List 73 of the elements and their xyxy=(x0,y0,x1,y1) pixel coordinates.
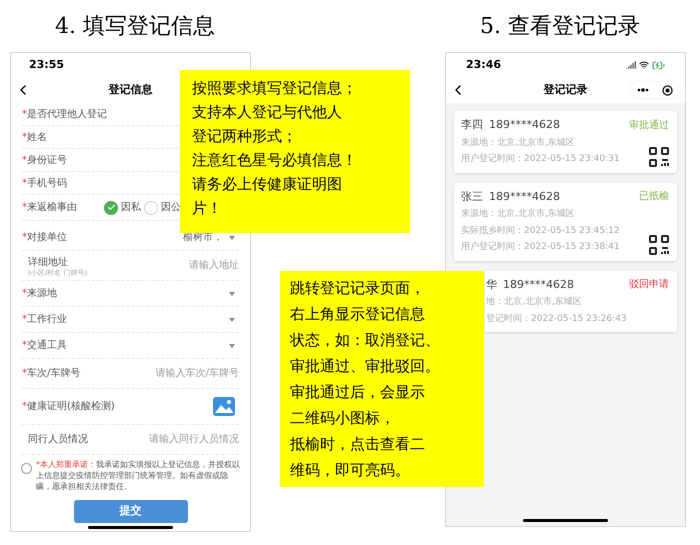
record-detail: 用户登记时间：2022-05-15 23:38:41 xyxy=(461,241,620,254)
record-detail: 来源地：北京,北京市,东城区 xyxy=(461,136,576,150)
caret-icon xyxy=(229,318,235,322)
status-label: 已抵榆 xyxy=(639,190,669,204)
record-detail: 地：北京,北京市,东城区 xyxy=(486,296,583,309)
capsule-menu[interactable] xyxy=(629,81,681,99)
status-label: 审批通过 xyxy=(629,118,669,133)
caret-icon xyxy=(229,344,235,348)
caret-icon xyxy=(229,292,235,296)
step-title: 4. 填写登记信息 xyxy=(55,12,215,40)
note-line: 审批通过、审批驳回。 xyxy=(290,356,441,377)
record-detail: 来源地：北京,北京市,东城区 xyxy=(461,208,576,221)
record-card[interactable]: 张三 189****4628 已抵榆 来源地：北京,北京市,东城区 实际抵乡时间：2022-05-15 23:45:12 用户登记时间：2022-05-15 23:38:41 xyxy=(454,182,677,260)
status-time: 23:46 xyxy=(466,56,502,73)
radio-button[interactable] xyxy=(144,200,158,214)
field-label: *身份证号 xyxy=(22,154,67,168)
record-card[interactable]: 李四 189****4628 审批通过 来源地：北京,北京市,东城区 用户登记时间：2022-05-15 23:40:31 xyxy=(454,111,677,172)
status-label: 驳回申请 xyxy=(629,278,669,292)
field-label: *车次/车牌号 xyxy=(22,366,80,381)
check-icon xyxy=(106,203,116,212)
record-detail: 登记时间：2022-05-15 23:26:43 xyxy=(486,312,627,326)
field-label: *交通工具 xyxy=(22,338,67,353)
note-line: 片！ xyxy=(192,198,223,219)
field-label: 同行人员情况 xyxy=(27,432,88,447)
note-line: 注意红色星号必填信息！ xyxy=(192,150,358,171)
person-name: 张三 xyxy=(461,188,483,204)
field-label: *来源地 xyxy=(22,286,57,301)
image-upload-icon[interactable] xyxy=(213,397,235,416)
person-name: 华 xyxy=(486,276,497,292)
field-label: *手机号码 xyxy=(22,176,67,190)
record-card[interactable]: 华 189****4628 驳回申请 地：北京,北京市,东城区 登记时间：2022-05-15 23:26:43 xyxy=(485,270,677,332)
note-line: 维码，即可亮码。 xyxy=(290,460,411,481)
signal-icon xyxy=(626,60,636,70)
phone-number: 189****4628 xyxy=(489,188,560,204)
note-line: 二维码小图标， xyxy=(290,408,396,429)
note-line: 按照要求填写登记信息； xyxy=(192,78,358,99)
page-title: 登记记录 xyxy=(544,82,588,98)
radio-label: 因公 xyxy=(161,201,181,215)
target-icon[interactable] xyxy=(662,84,674,96)
qr-code-icon[interactable] xyxy=(649,234,669,254)
field-label: *工作行业 xyxy=(22,312,67,327)
submit-button[interactable]: 提交 xyxy=(74,500,188,523)
phone-number: 189****4628 xyxy=(503,276,574,292)
field-label: *是否代理他人登记 xyxy=(22,108,107,122)
note-line: 登记两种形式； xyxy=(192,126,298,147)
note-line: 审批通过后，会显示 xyxy=(290,382,426,403)
phone-number: 189****4628 xyxy=(489,117,560,133)
more-icon[interactable] xyxy=(636,88,649,92)
note-line: 抵榆时，点击查看二 xyxy=(290,434,426,455)
person-name: 李四 xyxy=(461,117,483,133)
note-line: 请务必上传健康证明图 xyxy=(192,174,343,195)
wifi-icon xyxy=(639,60,649,70)
radio-label: 因私 xyxy=(121,201,141,215)
qr-code-icon[interactable] xyxy=(649,146,669,166)
radio-button[interactable] xyxy=(104,200,118,214)
commitment-text: *本人郑重承诺：我承诺如实填报以上登记信息，并授权以上信息提交疫情防控管理部门统筹管理。如有虚假或隐瞒，愿承担相关法律责任。 xyxy=(36,459,240,492)
field-label: *姓名 xyxy=(22,130,47,144)
field-label: *对接单位 xyxy=(22,230,67,245)
field-label: *来返榆事由 xyxy=(22,200,77,215)
record-detail: 用户登记时间：2022-05-15 23:40:31 xyxy=(461,153,620,166)
status-time: 23:55 xyxy=(29,56,64,73)
note-line: 跳转登记记录页面， xyxy=(290,278,426,299)
page-title: 登记信息 xyxy=(108,82,152,98)
record-detail: 实际抵乡时间：2022-05-15 23:45:12 xyxy=(461,224,620,238)
caret-icon xyxy=(229,236,235,240)
field-label: 详细地址 xyxy=(27,256,69,269)
note-line: 右上角显示登记信息 xyxy=(290,304,426,325)
field-label: *健康证明(核酸检测) xyxy=(22,400,115,414)
note-line: 支持本人登记与代他人 xyxy=(192,102,343,123)
step-title: 5. 查看登记记录 xyxy=(480,12,640,40)
checkbox[interactable] xyxy=(21,463,32,474)
battery-icon xyxy=(652,58,665,72)
note-line: 状态，如：取消登记、 xyxy=(290,330,441,351)
